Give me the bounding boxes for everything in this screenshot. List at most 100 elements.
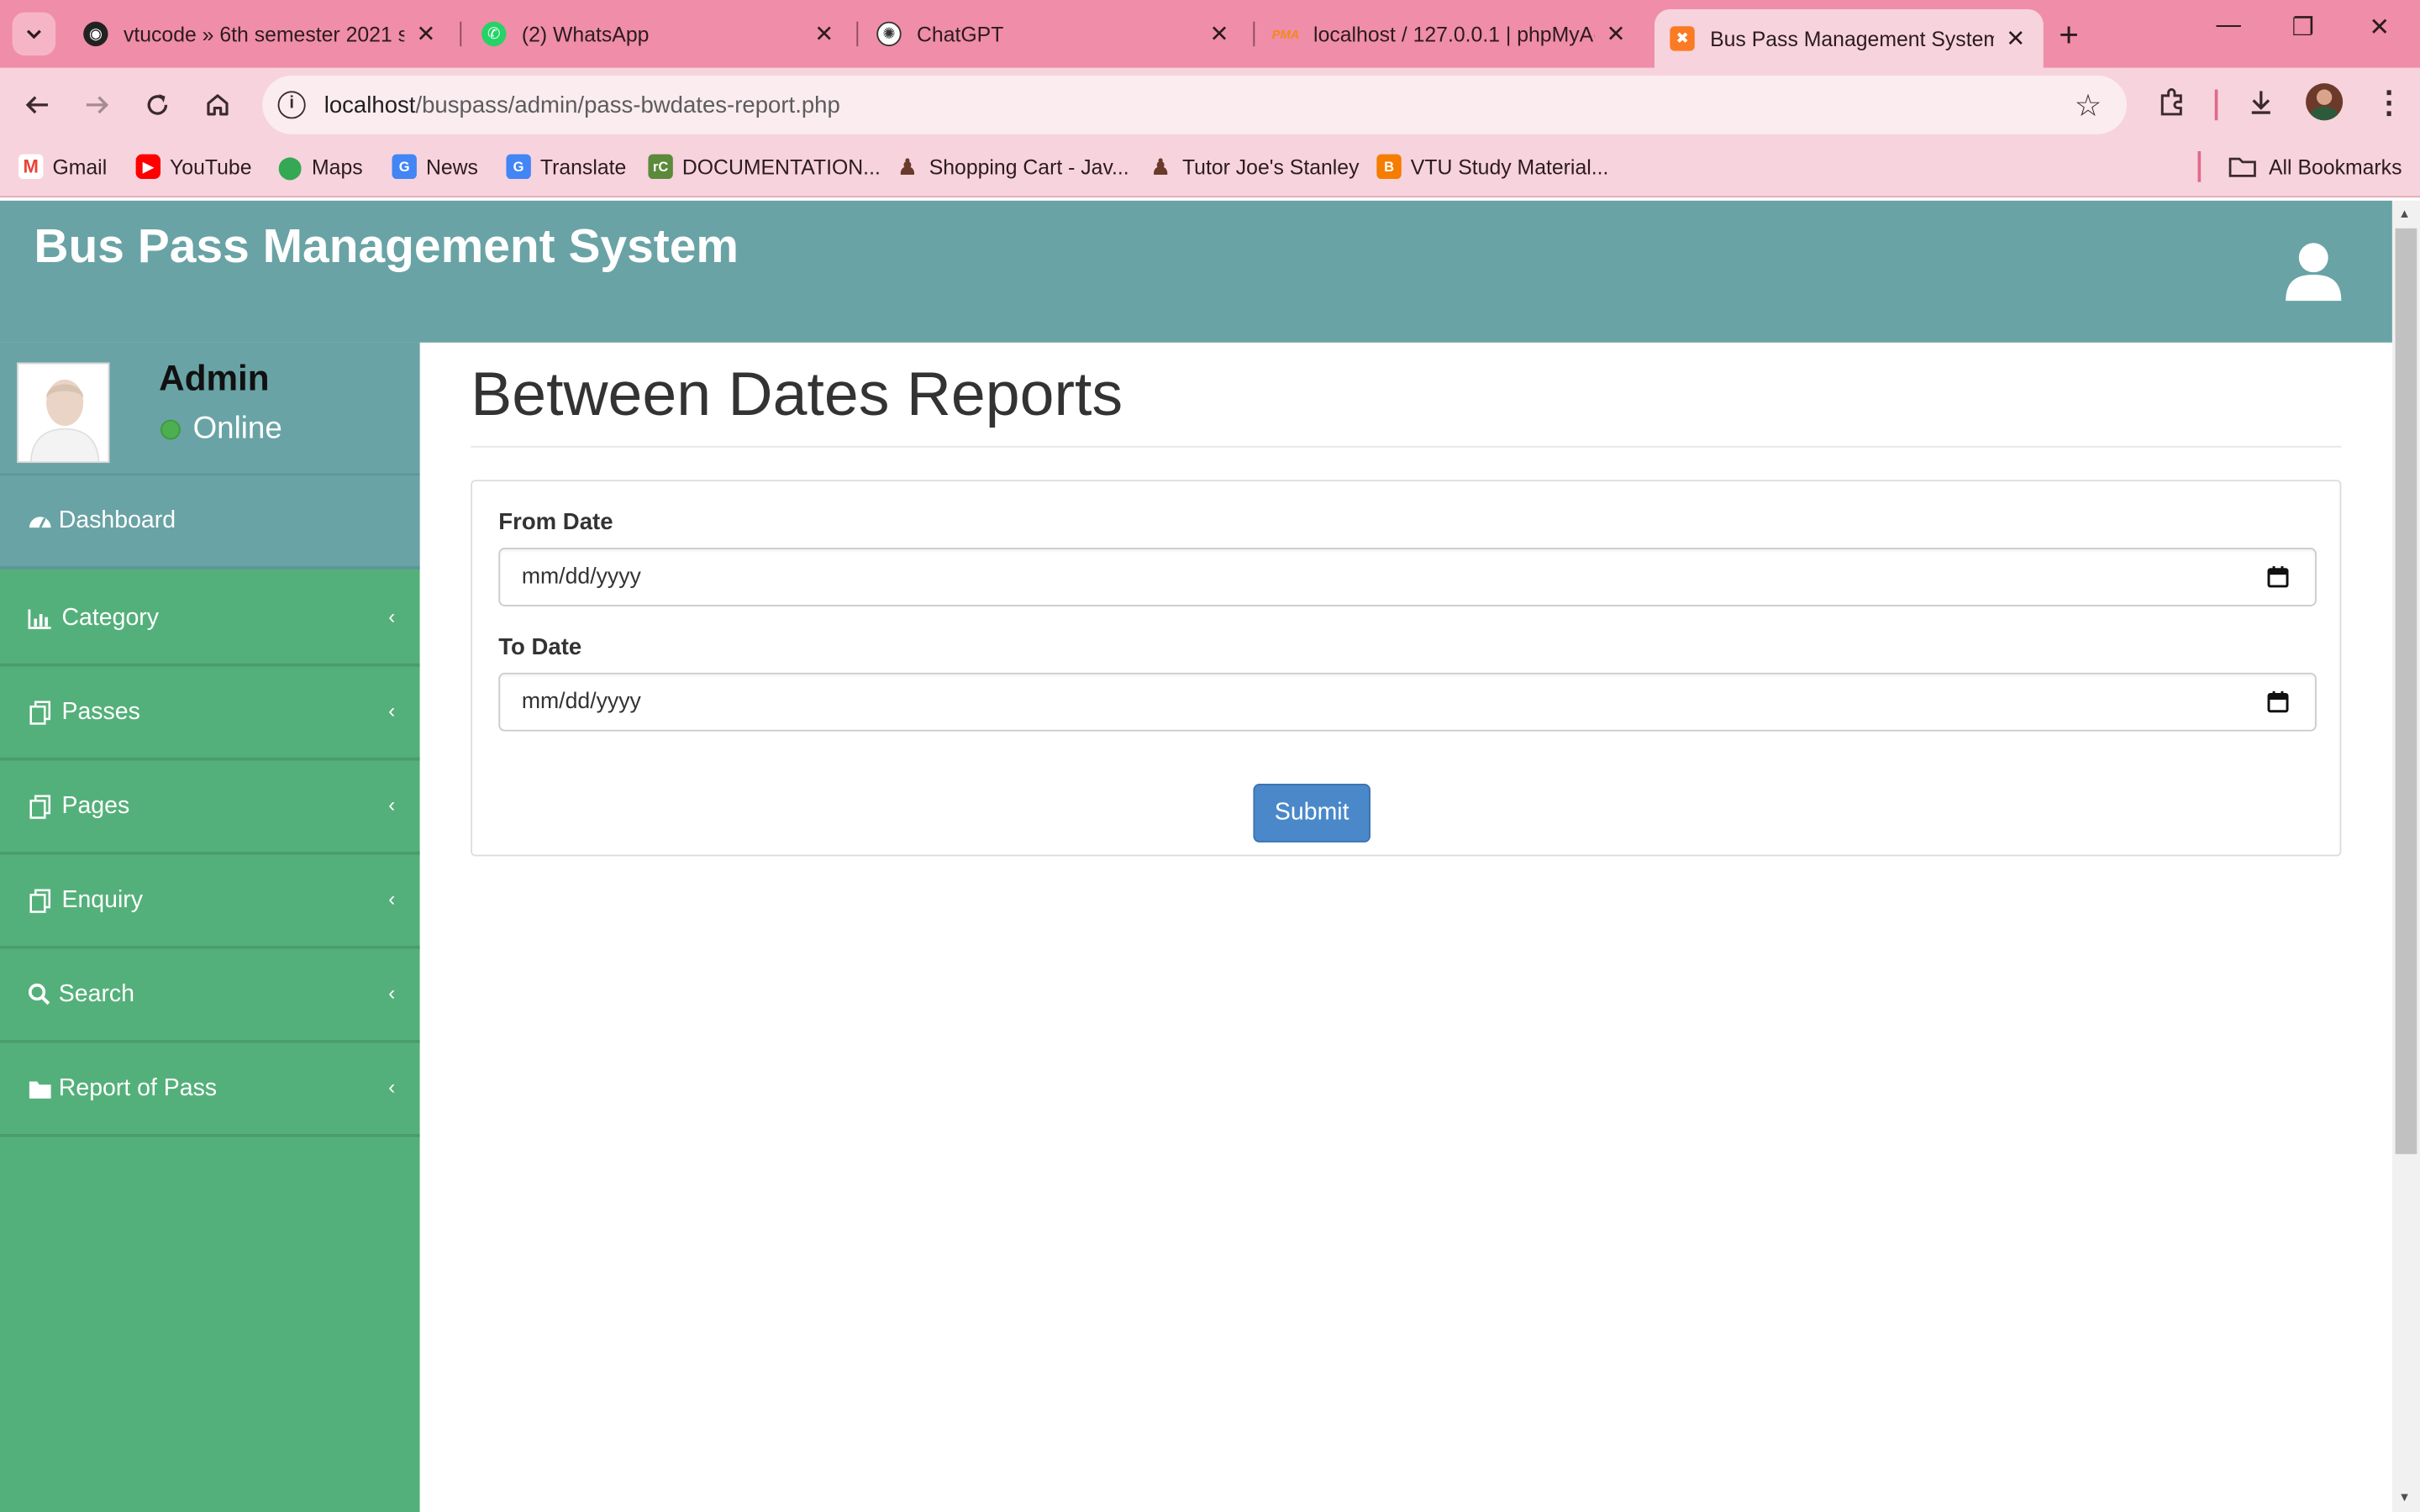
sidebar-item-dashboard[interactable]: Dashboard	[0, 475, 420, 570]
chevron-left-icon: ‹	[388, 1075, 396, 1099]
calendar-icon[interactable]	[2265, 690, 2290, 714]
youtube-icon: ▶	[135, 154, 161, 180]
all-bookmarks[interactable]: All Bookmarks	[2228, 155, 2402, 179]
bookmark-youtube[interactable]: ▶ YouTube	[135, 154, 252, 180]
bookmark-maps[interactable]: ⬤ Maps	[277, 153, 363, 179]
dashboard-icon	[26, 507, 52, 533]
minimize-icon[interactable]: —	[2217, 13, 2241, 40]
user-name: Admin	[159, 358, 270, 398]
restore-icon[interactable]: ❐	[2292, 13, 2314, 44]
folder-icon	[2228, 157, 2256, 177]
bookmarks-separator	[2197, 151, 2202, 182]
bookmark-star-icon[interactable]: ☆	[2075, 87, 2102, 125]
report-form-panel: From Date mm/dd/yyyy To Date mm/dd/yyyy …	[471, 480, 2342, 857]
translate-icon: G	[506, 154, 531, 180]
sidebar: Admin Online Dashboard Category ‹ Passes…	[0, 342, 420, 1512]
chevron-left-icon: ‹	[388, 981, 396, 1005]
from-date-label: From Date	[498, 509, 613, 536]
user-status: Online	[160, 412, 282, 447]
to-date-input[interactable]: mm/dd/yyyy	[498, 672, 2317, 732]
close-window-icon[interactable]: ✕	[2369, 13, 2390, 44]
tab-vtucode[interactable]: ◉ vtucode » 6th semester 2021 sc ✕	[68, 6, 454, 61]
phpmyadmin-favicon: PMA	[1271, 27, 1300, 41]
documentation-icon: rC	[648, 154, 673, 180]
bookmark-tutor-joes[interactable]: ♟ Tutor Joe's Stanley	[1149, 154, 1360, 179]
sidebar-item-search[interactable]: Search ‹	[0, 949, 420, 1043]
back-button[interactable]	[18, 87, 55, 123]
bookmark-shopping-cart[interactable]: ♟ Shopping Cart - Jav...	[895, 153, 1128, 179]
main-content: Between Dates Reports From Date mm/dd/yy…	[471, 343, 2342, 857]
sidebar-item-enquiry[interactable]: Enquiry ‹	[0, 855, 420, 949]
tab-phpmyadmin[interactable]: PMA localhost / 127.0.0.1 | phpMyAc ✕	[1258, 6, 1644, 61]
app-title[interactable]: Bus Pass Management System	[34, 219, 739, 275]
bookmark-documentation[interactable]: rC DOCUMENTATION...	[648, 154, 881, 180]
user-panel: Admin Online	[0, 342, 420, 475]
sidebar-item-category[interactable]: Category ‹	[0, 572, 420, 667]
chevron-left-icon: ‹	[388, 699, 396, 722]
chevron-down-icon	[26, 29, 41, 39]
sidebar-item-pages[interactable]: Pages ‹	[0, 761, 420, 855]
address-bar[interactable]: i localhost/buspass/admin/pass-bwdates-r…	[262, 76, 2128, 134]
bar-chart-icon	[26, 605, 52, 631]
bookmark-gmail[interactable]: M Gmail	[18, 154, 107, 180]
chevron-left-icon: ‹	[388, 605, 396, 628]
site-info-icon[interactable]: i	[277, 91, 306, 119]
forward-arrow-icon	[86, 96, 109, 114]
app-header: Bus Pass Management System	[0, 200, 2392, 343]
vtucode-favicon: ◉	[83, 21, 108, 47]
folder-icon	[26, 1075, 52, 1101]
page-title: Between Dates Reports	[471, 361, 2342, 448]
url-text: localhost/buspass/admin/pass-bwdates-rep…	[324, 92, 840, 119]
sidebar-item-report-of-pass[interactable]: Report of Pass ‹	[0, 1043, 420, 1137]
avatar	[17, 362, 110, 464]
extensions-icon[interactable]	[2156, 87, 2187, 125]
tab-whatsapp[interactable]: ✆ (2) WhatsApp ✕	[466, 6, 852, 61]
calendar-icon[interactable]	[2265, 564, 2290, 589]
close-tab-icon[interactable]: ✕	[1603, 20, 1628, 48]
browser-toolbar: i localhost/buspass/admin/pass-bwdates-r…	[0, 67, 2420, 142]
bookmark-translate[interactable]: G Translate	[506, 154, 626, 180]
new-tab-button[interactable]: +	[2059, 15, 2079, 55]
tab-chatgpt[interactable]: ✺ ChatGPT ✕	[861, 6, 1247, 61]
bookmark-news[interactable]: G News	[392, 154, 478, 180]
shopping-cart-icon: ♟	[897, 153, 918, 179]
files-icon	[26, 793, 52, 819]
home-icon	[207, 94, 229, 116]
browser-tab-bar: ◉ vtucode » 6th semester 2021 sc ✕ ✆ (2)…	[0, 0, 2420, 68]
download-icon[interactable]	[2245, 87, 2276, 125]
close-tab-icon[interactable]: ✕	[1207, 20, 1231, 48]
sidebar-item-passes[interactable]: Passes ‹	[0, 666, 420, 761]
chevron-left-icon: ‹	[388, 793, 396, 816]
user-icon[interactable]	[2281, 239, 2346, 304]
scroll-down-icon[interactable]: ▼	[2398, 1490, 2411, 1504]
gmail-icon: M	[18, 154, 44, 180]
scroll-up-icon[interactable]: ▲	[2398, 207, 2411, 221]
profile-avatar[interactable]	[2306, 83, 2344, 121]
search-icon	[26, 981, 52, 1007]
to-date-label: To Date	[498, 633, 582, 661]
online-status-dot-icon	[160, 419, 181, 440]
whatsapp-favicon: ✆	[481, 21, 507, 47]
tab-search-button[interactable]	[12, 12, 56, 56]
forward-button[interactable]	[79, 87, 116, 123]
maps-icon: ⬤	[277, 153, 302, 179]
submit-button[interactable]: Submit	[1253, 784, 1371, 843]
news-icon: G	[392, 154, 417, 180]
bookmark-vtu-study[interactable]: B VTU Study Material...	[1376, 154, 1608, 180]
close-tab-icon[interactable]: ✕	[812, 20, 836, 48]
page-viewport: Bus Pass Management System Admin Online …	[0, 200, 2392, 1512]
reload-button[interactable]	[139, 87, 176, 123]
chatgpt-favicon: ✺	[876, 21, 902, 47]
close-tab-icon[interactable]: ✕	[413, 20, 438, 48]
close-tab-icon[interactable]: ✕	[2003, 24, 2028, 52]
tab-bus-pass[interactable]: ✖ Bus Pass Management System | ✕	[1654, 9, 2044, 68]
chevron-left-icon: ‹	[388, 887, 396, 911]
page-scrollbar[interactable]: ▲ ▼	[2391, 200, 2420, 1512]
scrollbar-thumb[interactable]	[2395, 228, 2417, 1154]
from-date-input[interactable]: mm/dd/yyyy	[498, 548, 2317, 606]
bookmarks-bar: M Gmail ▶ YouTube ⬤ Maps G News G Translate r…	[0, 141, 2420, 198]
reload-icon	[147, 94, 168, 115]
browser-menu-icon[interactable]: ⋮	[2374, 83, 2405, 122]
home-button[interactable]	[199, 87, 236, 123]
files-icon	[26, 699, 52, 725]
